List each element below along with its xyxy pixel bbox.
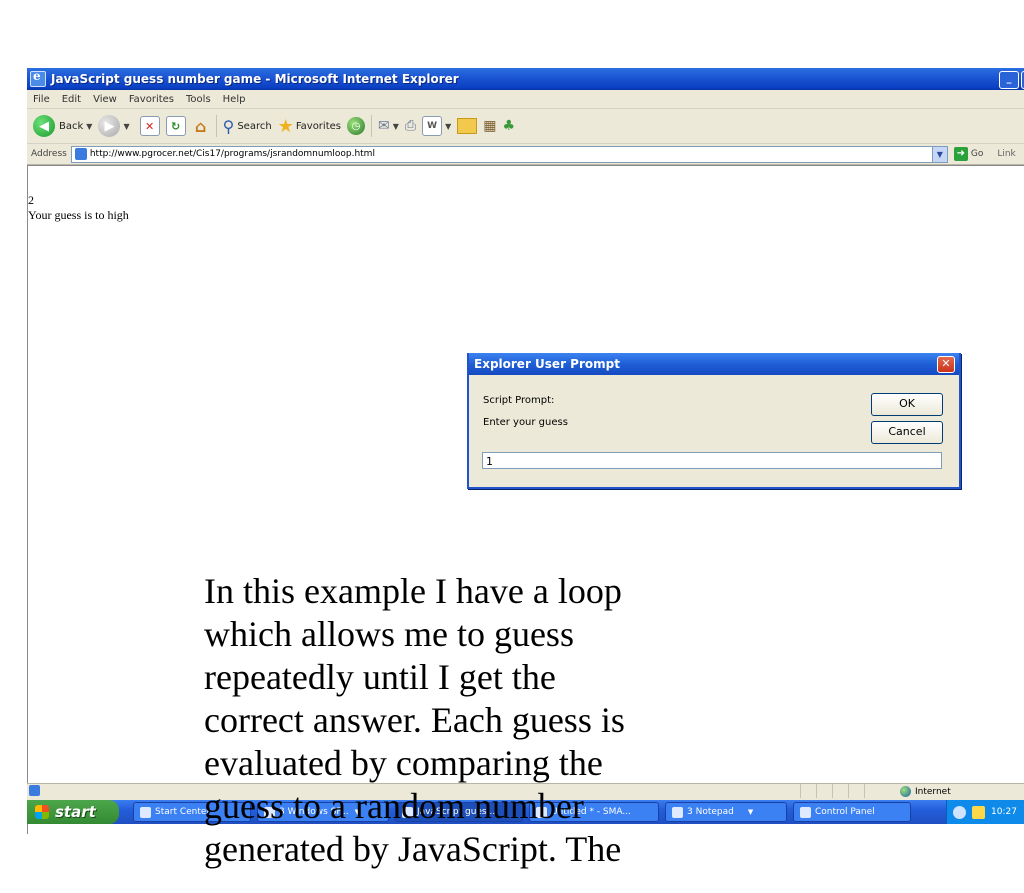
favorites-label: Favorites bbox=[295, 120, 341, 132]
star-icon: ★ bbox=[277, 115, 294, 137]
folder-icon bbox=[457, 118, 478, 134]
window-title: JavaScript guess number game - Microsoft… bbox=[51, 72, 459, 86]
clock[interactable]: 10:27 bbox=[991, 807, 1017, 817]
cancel-button[interactable]: Cancel bbox=[871, 421, 943, 444]
globe-icon bbox=[900, 786, 911, 797]
refresh-icon: ↻ bbox=[165, 116, 186, 136]
caption-line: evaluated by comparing the bbox=[204, 743, 603, 783]
caption-line: guess to a random number bbox=[204, 786, 584, 826]
task-label: Control Panel bbox=[815, 807, 875, 817]
explorer-user-prompt-dialog: Explorer User Prompt ✕ Script Prompt: En… bbox=[467, 353, 961, 489]
word-icon: W bbox=[422, 116, 443, 136]
links-label[interactable]: Link bbox=[997, 149, 1015, 159]
page-output-number: 2 bbox=[28, 193, 34, 207]
control-panel-icon bbox=[800, 806, 811, 818]
back-label: Back bbox=[59, 120, 84, 132]
guess-input[interactable]: 1 bbox=[482, 452, 942, 469]
search-label: Search bbox=[237, 120, 272, 132]
prompt-text: Enter your guess bbox=[483, 417, 568, 428]
dialog-title-bar[interactable]: Explorer User Prompt ✕ bbox=[469, 353, 959, 375]
status-panels bbox=[800, 784, 880, 800]
start-label: start bbox=[55, 803, 96, 821]
windows-logo-icon bbox=[35, 805, 49, 819]
refresh-button[interactable]: ↻ bbox=[165, 116, 186, 136]
back-button[interactable]: ◀ Back ▼ bbox=[33, 115, 92, 137]
app-icon bbox=[140, 806, 151, 818]
history-button[interactable]: ◷ bbox=[346, 117, 365, 135]
stop-icon: ✕ bbox=[139, 116, 160, 136]
mail-icon: ✉ bbox=[377, 118, 390, 134]
address-input[interactable]: http://www.pgrocer.net/Cis17/programs/js… bbox=[70, 145, 948, 163]
messenger-button[interactable]: ♣ bbox=[502, 118, 515, 134]
print-button[interactable]: ⎙ bbox=[405, 118, 416, 134]
minimize-button[interactable]: _ bbox=[999, 71, 1019, 89]
go-button[interactable]: ➜ Go bbox=[953, 147, 984, 161]
history-icon: ◷ bbox=[346, 117, 365, 135]
system-tray: 10:27 bbox=[946, 800, 1024, 824]
print-icon: ⎙ bbox=[404, 118, 417, 134]
home-icon: ⌂ bbox=[194, 116, 207, 136]
back-arrow-icon: ◀ bbox=[33, 115, 55, 137]
menu-edit[interactable]: Edit bbox=[62, 94, 81, 105]
search-button[interactable]: ⚲ Search bbox=[223, 117, 272, 136]
research-icon: ▦ bbox=[483, 118, 497, 134]
dialog-title: Explorer User Prompt bbox=[474, 357, 620, 371]
zone-label: Internet bbox=[915, 786, 951, 797]
window-controls: _ 🗗 bbox=[999, 71, 1024, 89]
ok-button[interactable]: OK bbox=[871, 393, 943, 416]
page-status-icon bbox=[29, 785, 40, 796]
go-arrow-icon: ➜ bbox=[953, 147, 968, 161]
script-prompt-label: Script Prompt: bbox=[483, 395, 555, 406]
messenger-icon: ♣ bbox=[502, 118, 516, 134]
go-label: Go bbox=[970, 149, 984, 159]
toolbar-divider bbox=[215, 115, 217, 137]
page-output-message: Your guess is to high bbox=[28, 208, 129, 222]
toolbar: ◀ Back ▼ ▶ ▼ ✕ ↻ ⌂ ⚲ Search ★ Favorites … bbox=[27, 109, 1024, 144]
address-label: Address bbox=[31, 149, 67, 159]
menu-tools[interactable]: Tools bbox=[186, 94, 211, 105]
chevron-down-icon[interactable]: ▼ bbox=[445, 122, 451, 131]
edit-button[interactable]: W ▼ bbox=[422, 116, 451, 136]
address-url: http://www.pgrocer.net/Cis17/programs/js… bbox=[89, 149, 375, 159]
slide-caption: In this example I have a loop which allo… bbox=[204, 570, 704, 871]
caption-line: correct answer. Each guess is bbox=[204, 700, 625, 740]
home-button[interactable]: ⌂ bbox=[192, 116, 210, 136]
forward-arrow-icon: ▶ bbox=[98, 115, 121, 137]
folder-button[interactable] bbox=[457, 118, 478, 134]
toolbar-divider bbox=[370, 115, 372, 137]
chevron-down-icon[interactable]: ▼ bbox=[931, 146, 947, 162]
address-bar: Address http://www.pgrocer.net/Cis17/pro… bbox=[27, 144, 1024, 165]
ie-icon bbox=[30, 69, 46, 87]
search-icon: ⚲ bbox=[222, 116, 235, 136]
mail-button[interactable]: ✉ ▼ bbox=[378, 118, 399, 134]
task-control-panel[interactable]: Control Panel bbox=[793, 802, 911, 822]
chevron-down-icon[interactable]: ▼ bbox=[393, 122, 399, 131]
stop-button[interactable]: ✕ bbox=[139, 116, 160, 136]
task-label: Start Center bbox=[155, 807, 211, 817]
chevron-down-icon[interactable]: ▼ bbox=[86, 122, 92, 131]
research-button[interactable]: ▦ bbox=[483, 118, 496, 134]
forward-button[interactable]: ▶ ▼ bbox=[98, 115, 130, 137]
close-button[interactable]: ✕ bbox=[937, 356, 955, 373]
start-button[interactable]: start bbox=[27, 800, 119, 824]
menu-bar: File Edit View Favorites Tools Help bbox=[27, 90, 1024, 109]
title-bar[interactable]: JavaScript guess number game - Microsoft… bbox=[27, 68, 1024, 90]
chevron-down-icon[interactable]: ▼ bbox=[123, 122, 129, 131]
chevron-down-icon: ▼ bbox=[747, 808, 754, 816]
favorites-button[interactable]: ★ Favorites bbox=[278, 116, 341, 137]
caption-line: In this example I have a loop bbox=[204, 571, 622, 611]
menu-help[interactable]: Help bbox=[223, 94, 246, 105]
menu-file[interactable]: File bbox=[33, 94, 50, 105]
tray-icon[interactable] bbox=[953, 805, 966, 819]
menu-favorites[interactable]: Favorites bbox=[129, 94, 174, 105]
caption-line: which allows me to guess bbox=[204, 614, 574, 654]
security-zone: Internet bbox=[900, 786, 951, 797]
caption-line: generated by JavaScript. The bbox=[204, 829, 622, 869]
menu-view[interactable]: View bbox=[93, 94, 117, 105]
tray-vc-icon[interactable] bbox=[972, 805, 985, 819]
caption-line: repeatedly until I get the bbox=[204, 657, 556, 697]
page-icon bbox=[74, 148, 87, 160]
